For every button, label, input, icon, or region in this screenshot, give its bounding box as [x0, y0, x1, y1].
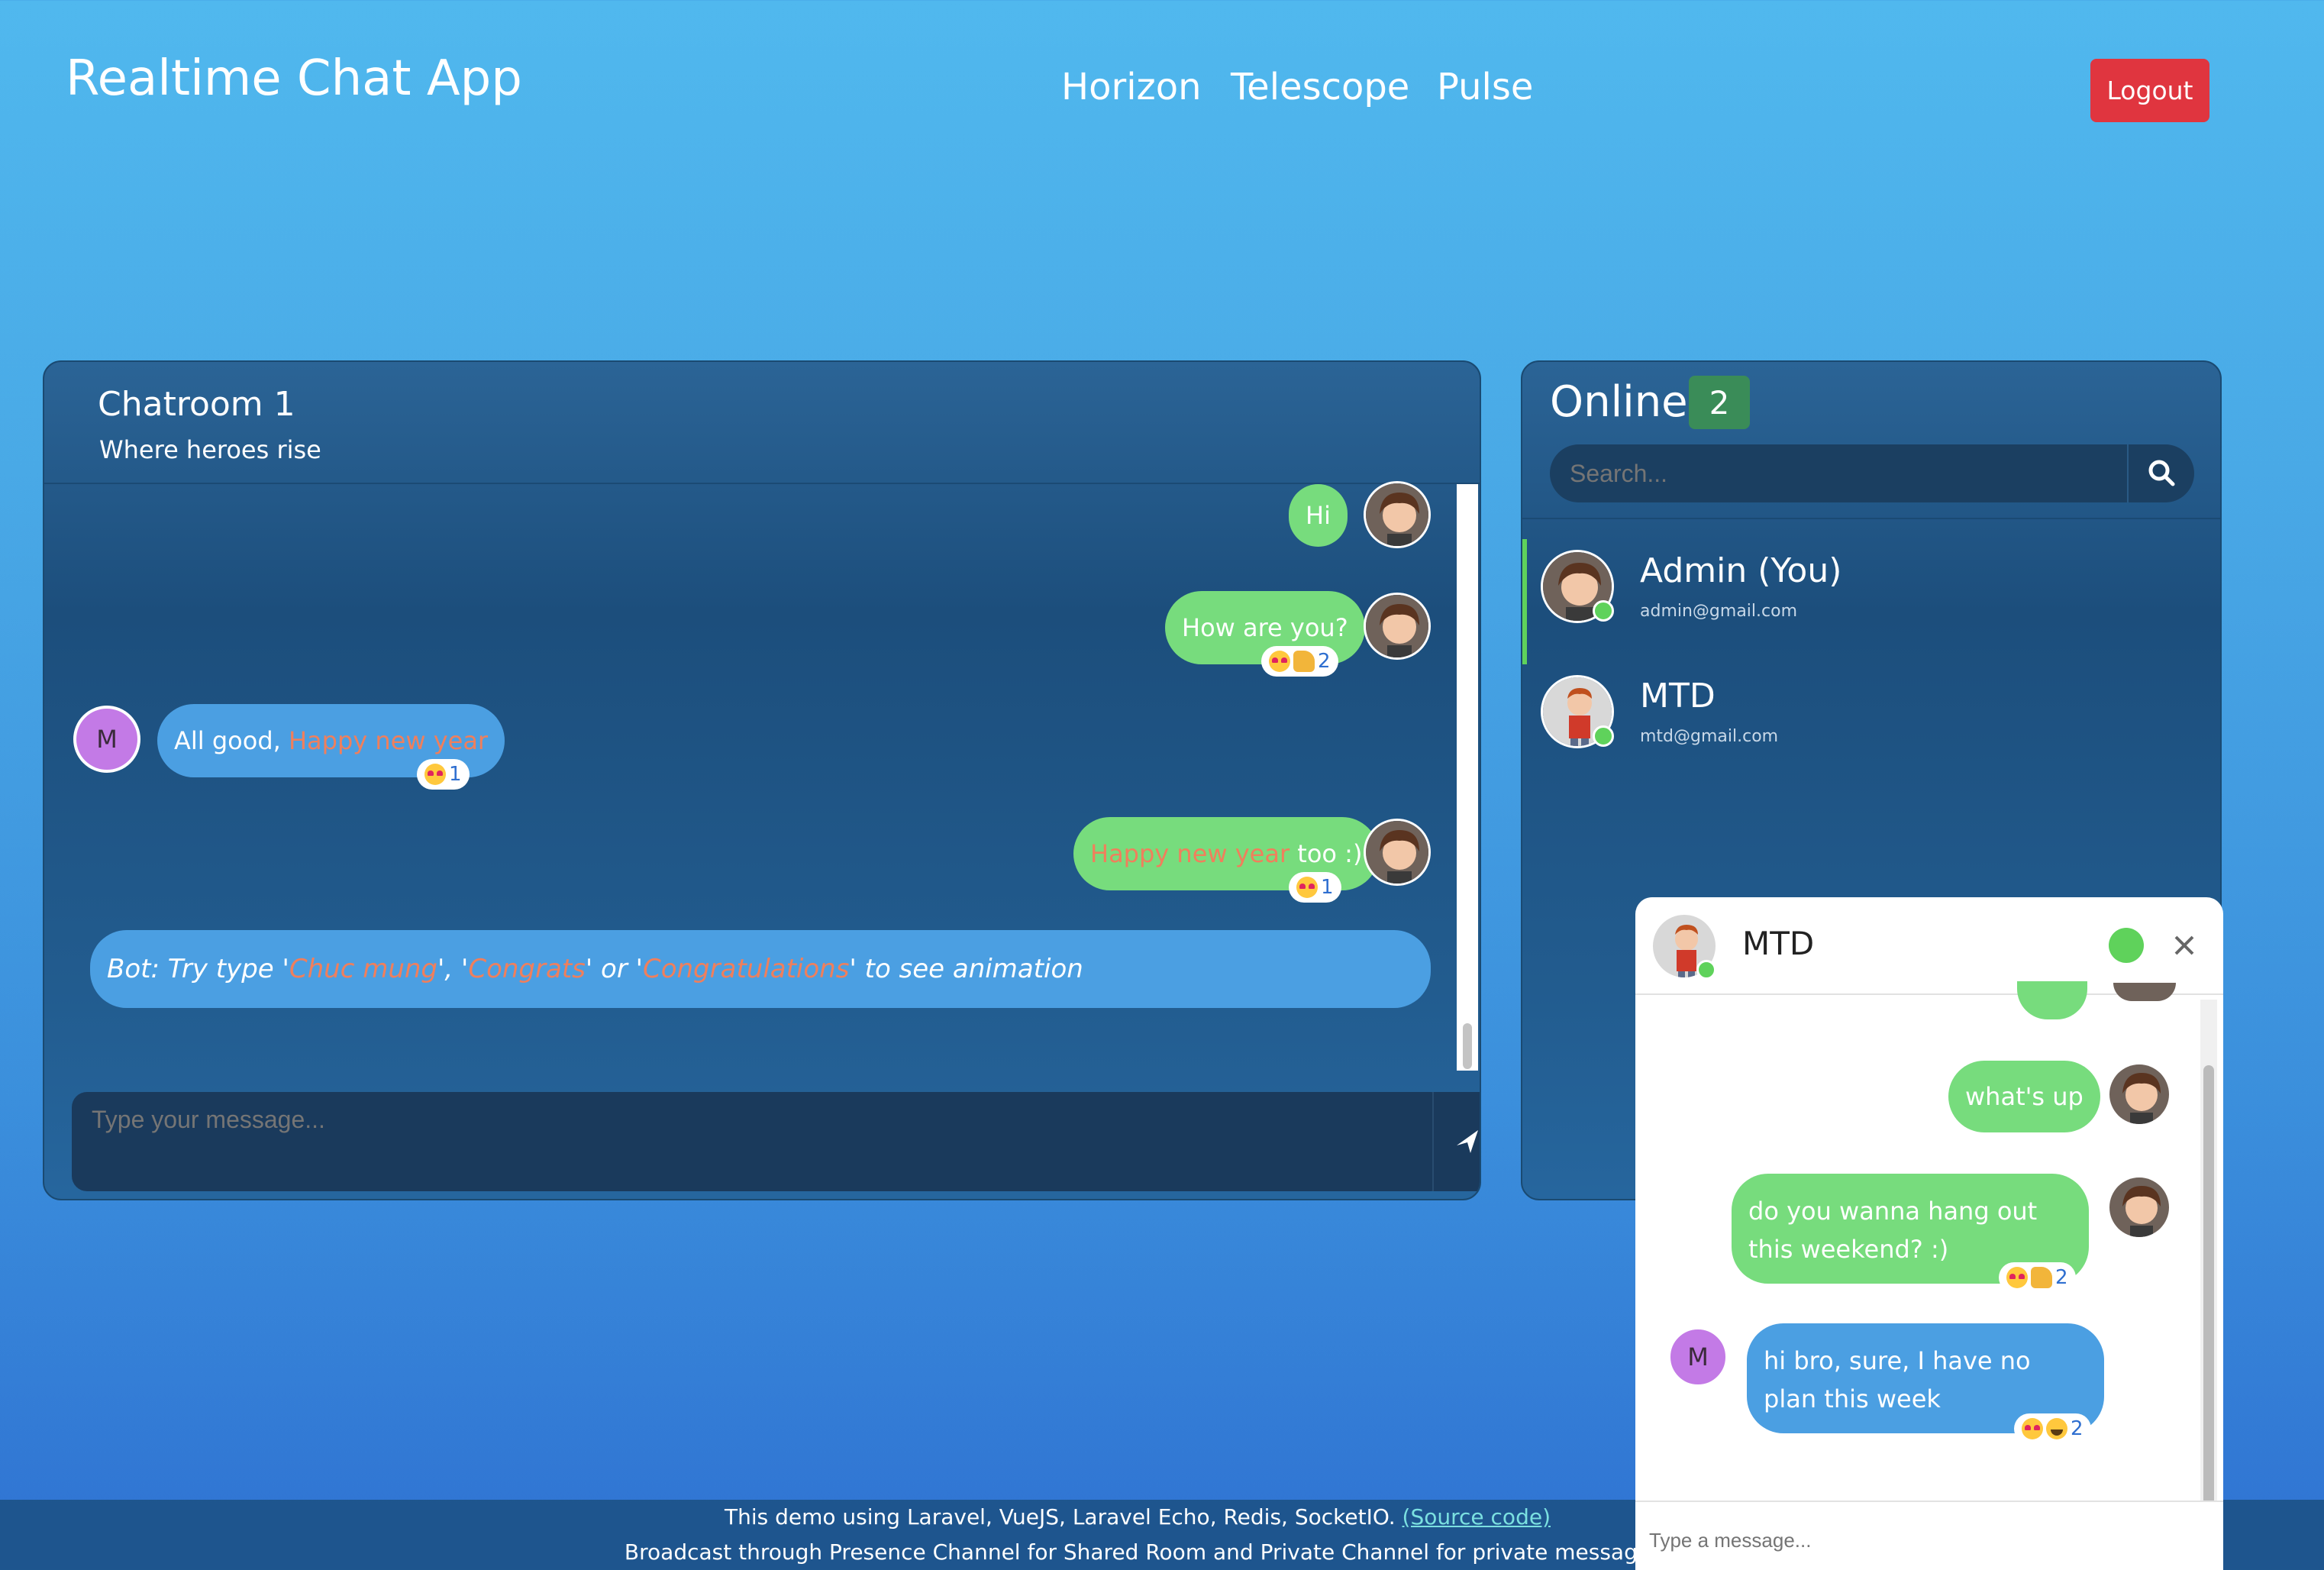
send-button[interactable] — [1432, 1092, 1480, 1191]
user-name: Admin (You) — [1640, 551, 1842, 590]
user-name: MTD — [1640, 677, 1716, 716]
heart-eyes-emoji-icon — [2022, 1418, 2043, 1439]
chatroom-subtitle: Where heroes rise — [99, 435, 321, 464]
nav-telescope[interactable]: Telescope — [1231, 66, 1409, 108]
nav-pulse[interactable]: Pulse — [1437, 66, 1533, 108]
girl-avatar-icon — [1366, 483, 1428, 546]
online-title: Online — [1550, 377, 1688, 427]
message-input[interactable] — [72, 1092, 1446, 1191]
message-bubble: what's up — [1948, 1061, 2100, 1132]
reaction-badge[interactable]: 2 — [1261, 646, 1338, 677]
source-code-link[interactable]: (Source code) — [1402, 1504, 1551, 1530]
message-bubble: Hi — [1289, 484, 1348, 547]
message-bubble-partial — [2017, 981, 2087, 1019]
send-icon — [1457, 1130, 1478, 1153]
user-avatar-m: M — [73, 706, 140, 773]
private-message-input[interactable] — [1635, 1502, 2223, 1570]
nav-horizon[interactable]: Horizon — [1061, 66, 1202, 108]
user-email: mtd@gmail.com — [1640, 727, 1779, 746]
girl-avatar-icon — [2109, 1064, 2169, 1124]
user-avatar — [1364, 819, 1431, 886]
grinning-emoji-icon — [2046, 1418, 2067, 1439]
girl-avatar-icon — [1366, 821, 1428, 884]
online-status-icon — [1593, 725, 1614, 747]
online-count-badge: 2 — [1689, 376, 1750, 429]
thumbs-up-emoji-icon — [1293, 651, 1315, 672]
online-status-icon — [1696, 960, 1716, 980]
chatroom-title: Chatroom 1 — [98, 385, 295, 424]
app-brand[interactable]: Realtime Chat App — [66, 50, 522, 107]
girl-avatar-icon — [1366, 595, 1428, 657]
status-indicator — [2109, 928, 2144, 963]
user-avatar — [2107, 1175, 2171, 1239]
online-user-mtd[interactable]: MTD mtd@gmail.com — [1522, 664, 2220, 790]
online-status-icon — [1593, 600, 1614, 622]
reaction-badge[interactable]: 1 — [1289, 872, 1341, 903]
user-avatar — [1364, 593, 1431, 660]
search-input[interactable] — [1550, 444, 2194, 502]
scrollbar-thumb[interactable] — [1463, 1023, 1472, 1069]
logout-button[interactable]: Logout — [2090, 59, 2209, 122]
search-button[interactable] — [2127, 444, 2194, 502]
close-icon — [2174, 935, 2194, 955]
online-user-admin[interactable]: Admin (You) admin@gmail.com — [1522, 539, 2220, 664]
reaction-badge[interactable]: 1 — [417, 759, 470, 790]
thumbs-up-emoji-icon — [2031, 1267, 2052, 1288]
reaction-badge[interactable]: 2 — [2014, 1413, 2091, 1444]
user-avatar — [2107, 1062, 2171, 1126]
private-chat-window: MTD what's up do you wanna hang out this… — [1635, 897, 2223, 1570]
heart-eyes-emoji-icon — [2006, 1267, 2028, 1288]
reaction-badge[interactable]: 2 — [1999, 1262, 2076, 1293]
private-chat-name: MTD — [1742, 925, 1815, 962]
heart-eyes-emoji-icon — [1269, 651, 1290, 672]
girl-avatar-icon — [2109, 1178, 2169, 1237]
scrollbar-thumb[interactable] — [2203, 1065, 2214, 1570]
message-scrollbar[interactable] — [1457, 484, 1478, 1071]
user-avatar-partial — [2113, 983, 2176, 1001]
user-avatar-m: M — [1667, 1326, 1728, 1387]
close-button[interactable] — [2165, 926, 2203, 964]
user-avatar — [1364, 481, 1431, 548]
heart-eyes-emoji-icon — [424, 764, 446, 785]
bot-message: Bot: Try type ' Chuc mung ', ' Congrats ' or… — [90, 930, 1431, 1008]
chatroom-panel: Chatroom 1 Where heroes rise Hi How are … — [43, 360, 1481, 1200]
user-email: admin@gmail.com — [1640, 602, 1798, 621]
online-divider — [1522, 518, 2220, 519]
search-icon — [2148, 460, 2175, 486]
heart-eyes-emoji-icon — [1296, 877, 1318, 898]
